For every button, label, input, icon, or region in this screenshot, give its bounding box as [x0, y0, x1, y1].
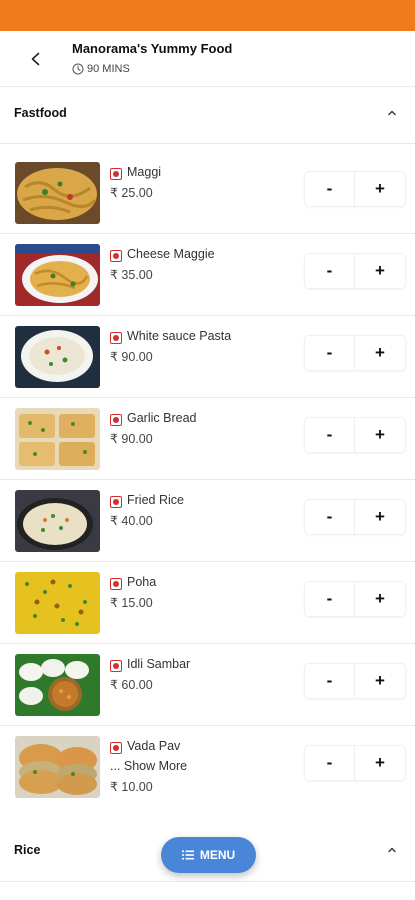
- quantity-stepper: - +: [305, 746, 405, 780]
- divider: [0, 315, 415, 316]
- chevron-up-icon[interactable]: [383, 104, 401, 122]
- increase-button[interactable]: +: [355, 746, 405, 780]
- divider: [0, 233, 415, 234]
- quantity-stepper: - +: [305, 172, 405, 206]
- item-price: ₹ 90.00: [110, 350, 153, 364]
- increase-button[interactable]: +: [355, 500, 405, 534]
- item-name: Poha: [110, 575, 156, 590]
- list-icon: [181, 850, 194, 860]
- item-name: Vada Pav: [110, 739, 180, 754]
- menu-button[interactable]: MENU: [161, 837, 256, 873]
- decrease-button[interactable]: -: [305, 336, 355, 370]
- non-veg-icon: [110, 414, 122, 426]
- delivery-time: 90 MINS: [72, 63, 130, 75]
- food-image-cheese-maggie: [15, 244, 100, 306]
- divider: [0, 643, 415, 644]
- back-button[interactable]: [22, 45, 50, 73]
- app-header: Manorama's Yummy Food 90 MINS: [0, 31, 415, 87]
- increase-button[interactable]: +: [355, 172, 405, 206]
- item-name: Garlic Bread: [110, 411, 196, 426]
- non-veg-icon: [110, 332, 122, 344]
- back-arrow-icon: [31, 52, 40, 66]
- divider: [0, 725, 415, 726]
- non-veg-icon: [110, 250, 122, 262]
- decrease-button[interactable]: -: [305, 254, 355, 288]
- food-image-poha: [15, 572, 100, 634]
- quantity-stepper: - +: [305, 582, 405, 616]
- quantity-stepper: - +: [305, 254, 405, 288]
- food-image-idli-sambar: [15, 654, 100, 716]
- food-image-garlic-bread: [15, 408, 100, 470]
- divider: [0, 397, 415, 398]
- food-image-white-sauce-pasta: [15, 326, 100, 388]
- increase-button[interactable]: +: [355, 582, 405, 616]
- item-name: White sauce Pasta: [110, 329, 231, 344]
- divider: [0, 561, 415, 562]
- decrease-button[interactable]: -: [305, 746, 355, 780]
- quantity-stepper: - +: [305, 336, 405, 370]
- increase-button[interactable]: +: [355, 336, 405, 370]
- item-price: ₹ 25.00: [110, 186, 153, 200]
- non-veg-icon: [110, 660, 122, 672]
- menu-item: Poha ₹ 15.00 - +: [0, 572, 415, 654]
- non-veg-icon: [110, 742, 122, 754]
- item-price: ₹ 60.00: [110, 678, 153, 692]
- status-bar: [0, 0, 415, 31]
- shop-name: Manorama's Yummy Food: [72, 41, 233, 56]
- decrease-button[interactable]: -: [305, 418, 355, 452]
- non-veg-icon: [110, 168, 122, 180]
- divider: [0, 881, 415, 882]
- increase-button[interactable]: +: [355, 254, 405, 288]
- item-name: Cheese Maggie: [110, 247, 215, 262]
- decrease-button[interactable]: -: [305, 582, 355, 616]
- quantity-stepper: - +: [305, 664, 405, 698]
- menu-item: Cheese Maggie ₹ 35.00 - +: [0, 244, 415, 326]
- increase-button[interactable]: +: [355, 418, 405, 452]
- menu-item: Garlic Bread ₹ 90.00 - +: [0, 408, 415, 490]
- item-name: Maggi: [110, 165, 161, 180]
- item-price: ₹ 90.00: [110, 432, 153, 446]
- menu-button-label: MENU: [199, 848, 236, 862]
- non-veg-icon: [110, 496, 122, 508]
- section-title: Rice: [14, 843, 41, 857]
- menu-item: Fried Rice ₹ 40.00 - +: [0, 490, 415, 572]
- item-name: Fried Rice: [110, 493, 184, 508]
- chevron-up-icon[interactable]: [383, 841, 401, 859]
- menu-item: Vada Pav ... Show More ₹ 10.00 - +: [0, 736, 415, 826]
- food-image-maggi: [15, 162, 100, 224]
- menu-item: Maggi ₹ 25.00 - +: [0, 162, 415, 244]
- item-price: ₹ 35.00: [110, 268, 153, 282]
- increase-button[interactable]: +: [355, 664, 405, 698]
- menu-item: White sauce Pasta ₹ 90.00 - +: [0, 326, 415, 408]
- divider: [0, 143, 415, 144]
- item-name: Idli Sambar: [110, 657, 190, 672]
- clock-icon: [72, 63, 84, 75]
- menu-item: Idli Sambar ₹ 60.00 - +: [0, 654, 415, 736]
- section-header-fastfood[interactable]: Fastfood: [0, 91, 415, 135]
- food-image-fried-rice: [15, 490, 100, 552]
- decrease-button[interactable]: -: [305, 664, 355, 698]
- food-image-vada-pav: [15, 736, 100, 798]
- decrease-button[interactable]: -: [305, 172, 355, 206]
- decrease-button[interactable]: -: [305, 500, 355, 534]
- item-price: ₹ 15.00: [110, 596, 153, 610]
- divider: [0, 479, 415, 480]
- show-more-link[interactable]: ... Show More: [110, 759, 187, 773]
- item-price: ₹ 10.00: [110, 780, 153, 794]
- section-title: Fastfood: [14, 106, 67, 120]
- non-veg-icon: [110, 578, 122, 590]
- item-price: ₹ 40.00: [110, 514, 153, 528]
- quantity-stepper: - +: [305, 500, 405, 534]
- delivery-time-text: 90 MINS: [87, 63, 130, 75]
- quantity-stepper: - +: [305, 418, 405, 452]
